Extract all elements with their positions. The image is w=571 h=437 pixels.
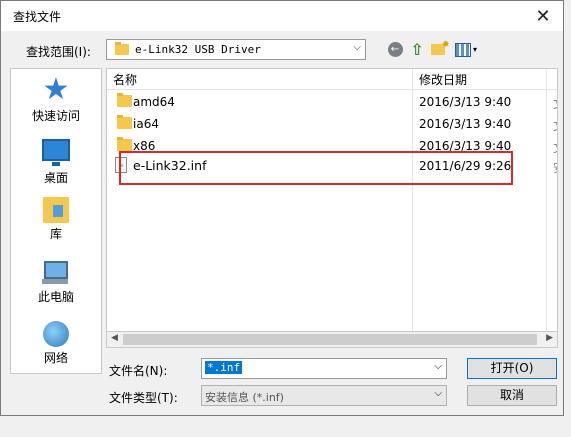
horizontal-scrollbar[interactable]: ◀ ▶ xyxy=(106,331,558,348)
place-label: 桌面 xyxy=(43,171,68,185)
cancel-button[interactable]: 取消 xyxy=(467,385,557,406)
chevron-down-icon[interactable]: ⌵ xyxy=(434,361,442,372)
scroll-thumb[interactable] xyxy=(123,334,537,345)
look-in-value: e-Link32 USB Driver xyxy=(135,43,261,56)
back-button[interactable]: ← xyxy=(385,39,405,60)
item-type-truncated: 文 xyxy=(553,139,557,156)
open-button[interactable]: 打开(O) xyxy=(467,358,557,379)
chevron-down-icon[interactable]: ⌵ xyxy=(353,42,361,53)
place-label: 此电脑 xyxy=(37,290,74,304)
item-type-truncated: 文 xyxy=(553,95,557,112)
star-icon: ★ xyxy=(42,72,70,107)
scroll-left-icon[interactable]: ◀ xyxy=(111,333,118,343)
new-folder-icon: ✸ xyxy=(431,40,450,55)
column-header-name[interactable]: 名称 xyxy=(113,71,137,88)
file-type-select[interactable]: 安装信息 (*.inf) ⌵ xyxy=(201,385,447,406)
item-type-truncated: 文 xyxy=(553,117,557,134)
place-label: 快速访问 xyxy=(31,109,80,123)
sort-ascending-icon: ^ xyxy=(257,68,266,76)
list-header: 名称 ^ 修改日期 xyxy=(107,69,557,90)
library-icon xyxy=(43,197,69,223)
column-header-date[interactable]: 修改日期 xyxy=(419,71,467,88)
desktop-icon xyxy=(42,139,70,166)
file-list[interactable]: 名称 ^ 修改日期 amd64 2016/3/13 9:40 文 ia64 20… xyxy=(106,68,558,348)
place-network[interactable]: 网络 xyxy=(11,321,101,366)
look-in-combo[interactable]: e-Link32 USB Driver ⌵ xyxy=(106,39,366,60)
places-bar: ★ 快速访问 桌面 库 此电脑 网络 xyxy=(10,68,102,374)
view-icon xyxy=(454,42,471,57)
list-item[interactable]: amd64 2016/3/13 9:40 文 xyxy=(107,91,557,113)
network-icon xyxy=(43,321,69,347)
folder-icon xyxy=(117,93,132,107)
file-type-label: 文件类型(T): xyxy=(109,391,178,405)
item-name: amd64 xyxy=(133,95,175,109)
new-folder-button[interactable]: ✸ xyxy=(428,39,450,60)
look-in-label: 查找范围(I): xyxy=(26,45,91,59)
view-menu-button[interactable]: ▾ xyxy=(452,39,480,60)
file-name-value: *.inf xyxy=(205,361,243,374)
close-icon[interactable]: ✕ xyxy=(523,1,563,31)
file-name-label: 文件名(N): xyxy=(109,364,168,378)
back-arrow-icon: ← xyxy=(387,42,403,57)
chevron-down-icon[interactable]: ⌵ xyxy=(434,388,442,399)
file-type-value: 安装信息 (*.inf) xyxy=(205,391,284,404)
item-date: 2016/3/13 9:40 xyxy=(419,95,512,109)
dialog-title: 查找文件 xyxy=(13,10,62,24)
file-name-input[interactable]: *.inf ⌵ xyxy=(201,358,447,379)
item-name: ia64 xyxy=(133,117,159,131)
title-bar: 查找文件 ✕ xyxy=(1,1,563,31)
folder-icon xyxy=(117,137,132,151)
place-label: 库 xyxy=(49,227,62,241)
list-item[interactable]: ia64 2016/3/13 9:40 文 xyxy=(107,113,557,135)
place-library[interactable]: 库 xyxy=(11,197,101,242)
folder-icon xyxy=(117,115,132,129)
folder-icon xyxy=(115,42,129,55)
item-type-truncated: 安 xyxy=(553,159,557,176)
place-desktop[interactable]: 桌面 xyxy=(11,135,101,186)
item-date: 2016/3/13 9:40 xyxy=(419,117,512,131)
scroll-right-icon[interactable]: ▶ xyxy=(546,333,553,343)
annotation-highlight-box xyxy=(119,151,513,185)
up-folder-icon[interactable]: ⇧ xyxy=(407,39,427,60)
place-this-pc[interactable]: 此电脑 xyxy=(11,257,101,305)
place-quick-access[interactable]: ★ 快速访问 xyxy=(11,75,101,124)
chevron-down-icon: ▾ xyxy=(472,45,477,54)
place-label: 网络 xyxy=(43,351,68,365)
computer-icon xyxy=(42,261,68,284)
